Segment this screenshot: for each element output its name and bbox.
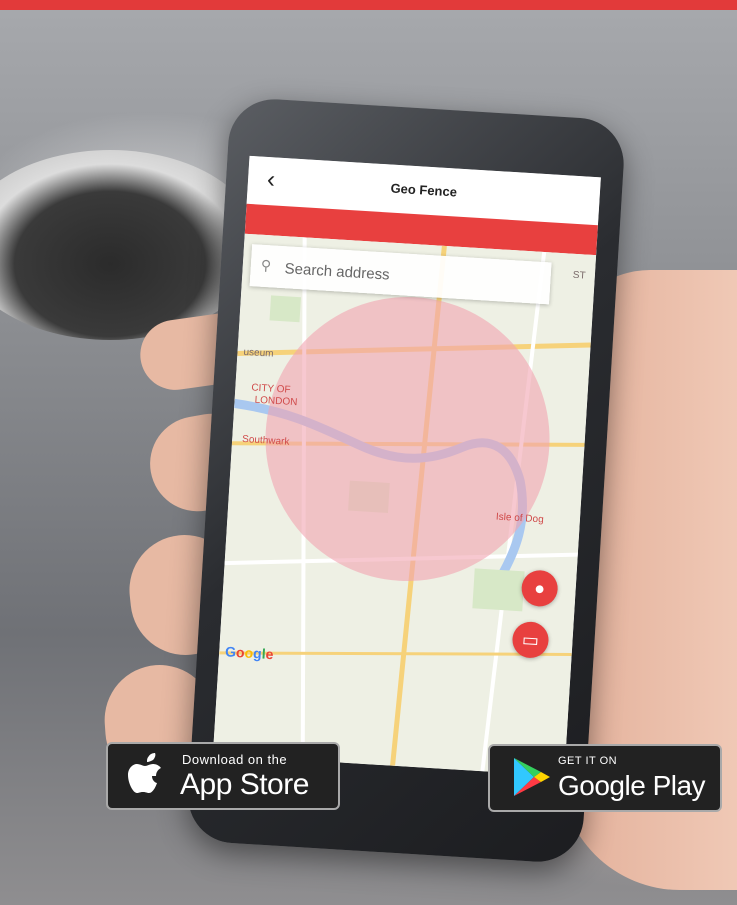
badge-caption: Download on the <box>182 752 288 767</box>
map-label: useum <box>243 346 274 360</box>
badge-caption: GET IT ON <box>558 755 618 767</box>
apple-icon <box>128 753 161 793</box>
map-graphic <box>212 233 597 777</box>
badge-store-name: Google Play <box>558 770 706 801</box>
google-play-badge[interactable]: GET IT ON Google Play <box>488 744 722 812</box>
google-attribution: Google <box>225 643 274 662</box>
badge-store-name: App Store <box>180 768 309 801</box>
google-logo-letter: e <box>265 645 274 663</box>
phone-screen: ‹ Geo Fence ⚲ Search address useum CITY … <box>212 155 601 777</box>
top-accent-bar <box>0 0 737 10</box>
play-triangle-icon <box>514 758 550 796</box>
map-label: ST <box>572 269 586 282</box>
background-photo: ‹ Geo Fence ⚲ Search address useum CITY … <box>0 0 737 905</box>
map-view[interactable]: ⚲ useum CITY OF LONDON Southwark Isle of… <box>212 233 597 777</box>
page-title: Geo Fence <box>390 180 458 200</box>
search-icon: ⚲ <box>260 256 272 274</box>
app-store-badge[interactable]: Download on the App Store <box>106 742 340 810</box>
